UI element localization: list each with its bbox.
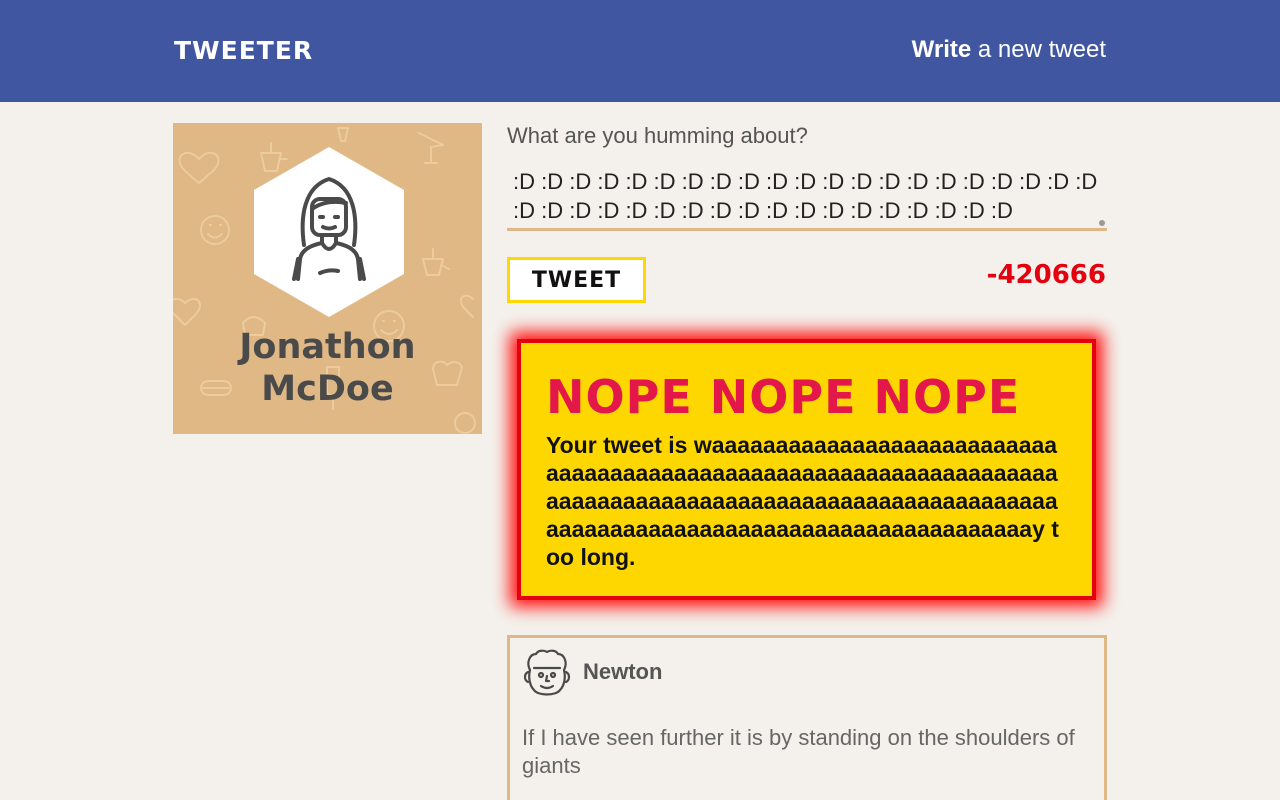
write-new-tweet-link[interactable]: Write a new tweet — [912, 36, 1106, 64]
error-title: NOPE NOPE NOPE — [546, 370, 1021, 424]
compose-link-rest: a new tweet — [971, 36, 1106, 63]
woman-avatar-icon — [254, 147, 404, 317]
textarea-resize-handle[interactable] — [1099, 220, 1105, 226]
newton-avatar-icon — [523, 649, 571, 696]
tweet-author: Newton — [583, 659, 663, 684]
profile-name: Jonathon McDoe — [239, 327, 416, 409]
tweet-text: If I have seen further it is by standing… — [522, 725, 1075, 778]
app-logo[interactable]: TWEETER — [174, 36, 313, 65]
top-bar: TWEETER Write a new tweet — [0, 0, 1280, 102]
composer-prompt: What are you humming about? — [507, 123, 808, 148]
character-counter: -420666 — [986, 260, 1106, 290]
tweet-input[interactable]: :D :D :D :D :D :D :D :D :D :D :D :D :D :… — [507, 165, 1107, 231]
error-message: Your tweet is waaaaaaaaaaaaaaaaaaaaaaaaa… — [546, 432, 1059, 570]
tweet-button[interactable]: TWEET — [507, 257, 646, 303]
compose-link-strong: Write — [911, 36, 972, 63]
